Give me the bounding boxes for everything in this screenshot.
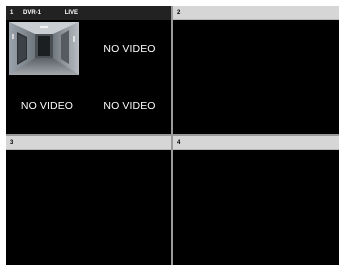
pane-4-number: 4	[177, 140, 181, 146]
video-pane-2[interactable]: 2	[173, 6, 339, 134]
video-pane-1[interactable]: 1 DVR-1 LIVE NO VIDEO NO VIDEO NO VIDEO	[6, 6, 171, 134]
pane-2-video-area[interactable]	[173, 20, 339, 134]
video-wall-grid: 1 DVR-1 LIVE NO VIDEO NO VIDEO NO VIDEO …	[6, 6, 339, 265]
pane-2-header[interactable]: 2	[173, 6, 339, 20]
pane-1-source-name: DVR-1	[23, 10, 42, 16]
pane-4-video-area[interactable]	[173, 150, 339, 265]
no-video-label: NO VIDEO	[20, 99, 74, 112]
pane-1-number: 1	[10, 10, 14, 16]
video-pane-4[interactable]: 4	[173, 136, 339, 265]
sub-channel-3[interactable]: NO VIDEO	[6, 77, 88, 134]
hallway-camera-feed-image	[9, 22, 79, 75]
pane-1-status: LIVE	[64, 10, 79, 16]
pane-3-video-area[interactable]	[6, 150, 171, 265]
pane-1-header[interactable]: 1 DVR-1 LIVE	[6, 6, 171, 20]
pane-2-number: 2	[177, 10, 181, 16]
no-video-label: NO VIDEO	[103, 42, 156, 55]
sub-channel-1[interactable]	[6, 20, 88, 77]
video-pane-3[interactable]: 3	[6, 136, 171, 265]
no-video-label: NO VIDEO	[103, 99, 156, 112]
pane-3-number: 3	[10, 140, 14, 146]
pane-4-header[interactable]: 4	[173, 136, 339, 150]
sub-channel-4[interactable]: NO VIDEO	[88, 77, 171, 134]
pane-1-video-area[interactable]: NO VIDEO NO VIDEO NO VIDEO	[6, 20, 171, 134]
sub-channel-2[interactable]: NO VIDEO	[88, 20, 171, 77]
pane-3-header[interactable]: 3	[6, 136, 171, 150]
